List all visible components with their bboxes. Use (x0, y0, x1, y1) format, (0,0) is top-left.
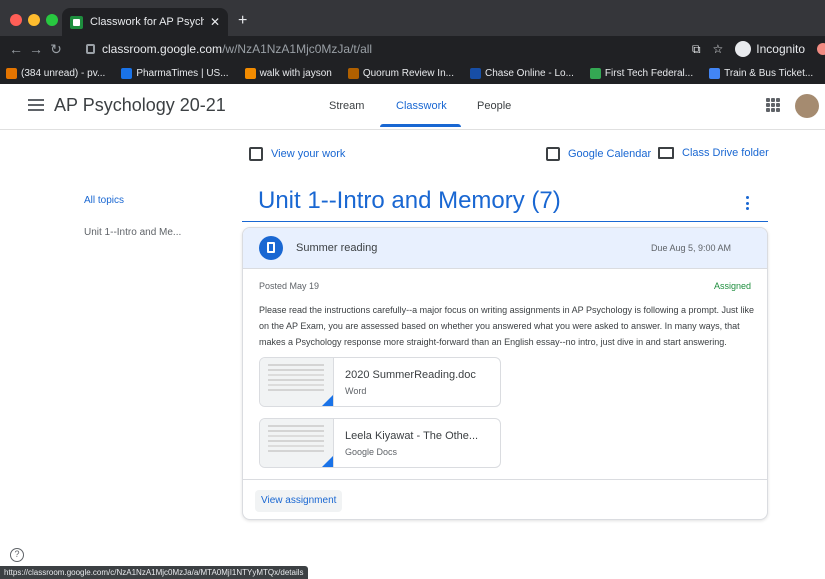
maximize-window-icon[interactable] (46, 14, 58, 26)
tab-classwork[interactable]: Classwork (396, 100, 447, 112)
active-tab-indicator (380, 124, 461, 127)
bookmark-item[interactable]: Train & Bus Ticket... (709, 67, 814, 79)
main-menu-icon[interactable] (28, 99, 44, 111)
bookmark-favicon-icon (6, 67, 17, 79)
document-thumbnail-icon (260, 419, 334, 467)
close-window-icon[interactable] (10, 14, 22, 26)
google-calendar-link[interactable]: Google Calendar (546, 147, 651, 161)
bookmark-item[interactable]: First Tech Federal... (589, 67, 694, 79)
bookmark-label: Train & Bus Ticket... (724, 67, 814, 79)
bookmark-star-icon[interactable]: ☆ (713, 42, 724, 56)
toolbar-right: ⧉ ☆ Incognito (692, 38, 825, 60)
bookmark-favicon-icon (469, 67, 481, 79)
bookmark-label: Quorum Review In... (362, 67, 454, 79)
incognito-icon (735, 41, 752, 57)
assignment-header[interactable]: Summer reading Due Aug 5, 9:00 AM (243, 228, 767, 269)
view-assignment-button[interactable]: View assignment (255, 490, 343, 512)
back-icon[interactable]: ← (6, 41, 26, 57)
topic-divider (242, 221, 768, 222)
classwork-toolbar: View your work Google Calendar Class Dri… (0, 130, 825, 176)
browser-tab[interactable]: Classwork for AP Psychology 2 ✕ (62, 8, 228, 36)
link-status-bar: https://classroom.google.com/c/NzA1NzA1M… (0, 566, 308, 579)
tab-title: Classwork for AP Psychology 2 (90, 16, 204, 28)
url-path: /w/NzA1NzA1Mjc0MzJa/t/all (222, 42, 373, 56)
bookmark-favicon-icon (589, 67, 601, 79)
bookmark-item[interactable]: Chase Online - Lo... (469, 67, 574, 79)
all-topics-link[interactable]: All topics (84, 195, 124, 206)
status-badge: Assigned (713, 281, 751, 291)
assignment-footer: View assignment (243, 479, 767, 519)
attachment-word-doc[interactable]: 2020 SummerReading.doc Word (259, 357, 501, 407)
folder-icon (658, 147, 674, 159)
attachment-google-doc[interactable]: Leela Kiyawat - The Othe... Google Docs (259, 418, 501, 468)
bookmark-favicon-icon (347, 67, 359, 79)
tab-people[interactable]: People (477, 100, 511, 112)
bookmark-item[interactable]: Quorum Review In... (347, 67, 454, 79)
due-date: Due Aug 5, 9:00 AM (650, 243, 731, 253)
url-host: classroom.google.com (102, 42, 223, 56)
class-name[interactable]: AP Psychology 20-21 (54, 95, 226, 116)
attachment-type: Google Docs (345, 447, 398, 457)
posted-date: Posted May 19 (259, 281, 320, 291)
bookmark-favicon-icon (709, 67, 721, 79)
assignment-instructions: Please read the instructions carefully--… (259, 305, 755, 347)
view-your-work-label: View your work (271, 148, 346, 160)
bookmark-item[interactable]: PharmaTimes | US... (121, 67, 229, 79)
view-work-icon (249, 147, 263, 161)
bookmark-label: Chase Online - Lo... (484, 67, 574, 79)
attachment-type: Word (345, 386, 367, 396)
assignment-card: Summer reading Due Aug 5, 9:00 AM Posted… (242, 227, 768, 520)
attachment-name: Leela Kiyawat - The Othe... (345, 430, 479, 442)
bookmark-label: PharmaTimes | US... (136, 67, 229, 79)
browser-chrome: Classwork for AP Psychology 2 ✕ + ← → ↻ … (0, 0, 825, 84)
help-icon[interactable]: ? (10, 548, 24, 562)
google-calendar-label: Google Calendar (568, 148, 652, 160)
tab-stream[interactable]: Stream (329, 100, 364, 112)
forward-icon[interactable]: → (26, 41, 46, 57)
bookmark-label: First Tech Federal... (604, 67, 694, 79)
bookmark-favicon-icon (121, 67, 133, 79)
minimize-window-icon[interactable] (28, 14, 40, 26)
browser-toolbar: ← → ↻ classroom.google.com/w/NzA1NzA1Mjc… (0, 36, 825, 62)
address-bar[interactable]: classroom.google.com/w/NzA1NzA1Mjc0MzJa/… (86, 38, 686, 60)
class-drive-folder-link[interactable]: Class Drive folder (658, 147, 769, 159)
google-apps-icon[interactable] (766, 98, 780, 112)
class-drive-folder-label: Class Drive folder (682, 147, 769, 159)
reload-icon[interactable]: ↻ (46, 41, 66, 58)
view-your-work-link[interactable]: View your work (249, 147, 345, 161)
calendar-icon (546, 147, 560, 161)
more-options-icon[interactable] (746, 196, 750, 210)
extension-icon[interactable] (817, 43, 825, 55)
lock-icon (86, 44, 95, 54)
bookmark-favicon-icon (244, 67, 256, 79)
topic-link-unit-1[interactable]: Unit 1--Intro and Me... (84, 227, 181, 238)
assignment-title: Summer reading (296, 242, 378, 254)
bookmarks-bar: (384 unread) - pv... PharmaTimes | US... w… (0, 62, 825, 84)
classroom-favicon-icon (70, 15, 83, 29)
incognito-indicator[interactable]: Incognito (735, 41, 805, 57)
translate-icon[interactable]: ⧉ (692, 42, 701, 57)
tab-close-icon[interactable]: ✕ (210, 15, 220, 29)
avatar[interactable] (795, 94, 819, 118)
classroom-header: AP Psychology 20-21 Stream Classwork Peo… (0, 84, 825, 130)
bookmark-label: (384 unread) - pv... (21, 67, 106, 79)
assignment-icon (259, 236, 283, 260)
bookmark-item[interactable]: walk with jayson (244, 67, 332, 79)
tab-strip: Classwork for AP Psychology 2 ✕ + (0, 0, 825, 36)
bookmark-item[interactable]: (384 unread) - pv... (6, 67, 106, 79)
bookmark-label: walk with jayson (259, 67, 332, 79)
new-tab-icon[interactable]: + (238, 12, 247, 30)
topic-title: Unit 1--Intro and Memory (7) (258, 187, 561, 214)
attachment-name: 2020 SummerReading.doc (345, 369, 476, 381)
incognito-label: Incognito (756, 42, 805, 56)
document-thumbnail-icon (260, 358, 334, 406)
